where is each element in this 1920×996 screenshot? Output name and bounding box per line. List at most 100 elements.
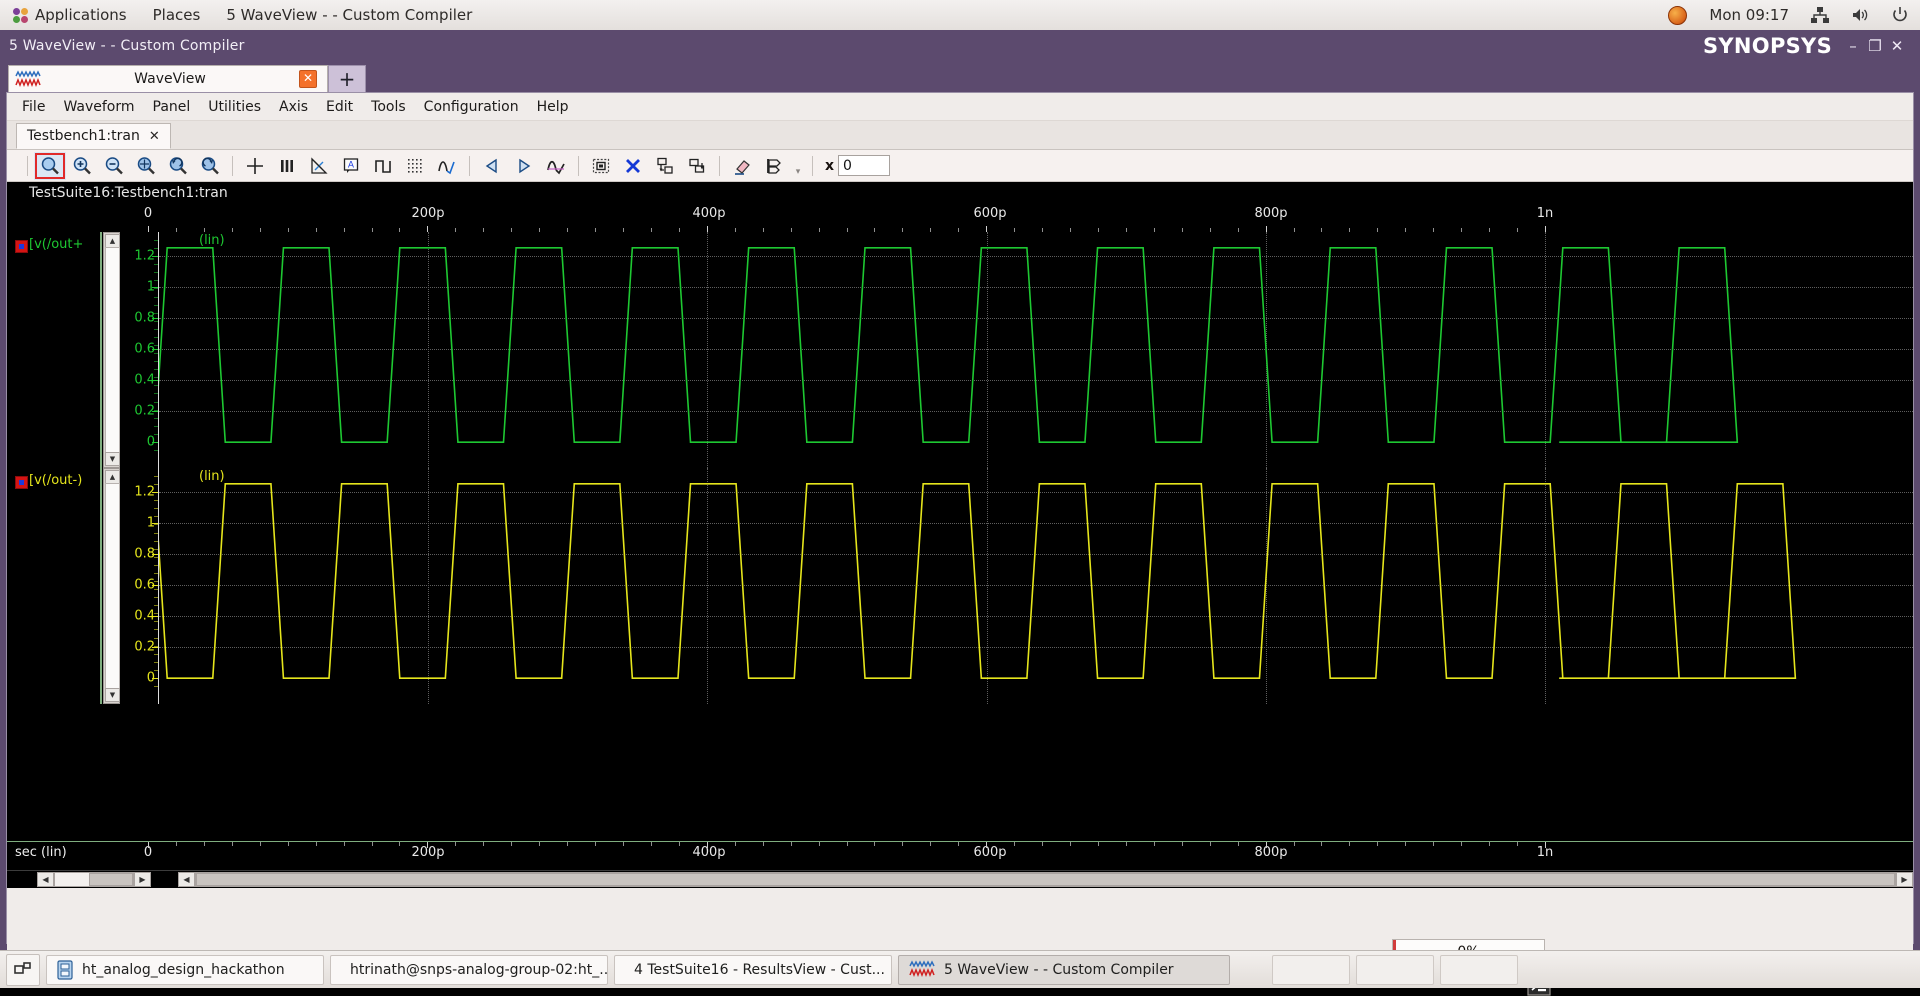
grid-toggle-icon: [405, 156, 425, 176]
delete-button[interactable]: [617, 152, 649, 180]
applications-menu[interactable]: Applications: [0, 0, 140, 30]
annotation-button[interactable]: A: [335, 152, 367, 180]
digital-waveform-button[interactable]: [367, 152, 399, 180]
taskbar-slot-empty[interactable]: [1356, 955, 1434, 985]
scroll-left-arrow-icon[interactable]: ◀: [178, 872, 195, 887]
waveform-calculator-button[interactable]: [540, 152, 572, 180]
previous-marker-button[interactable]: [476, 152, 508, 180]
scroll-up-arrow-icon[interactable]: ▲: [105, 234, 120, 248]
volume-indicator[interactable]: [1840, 0, 1880, 30]
zoom-fit-button[interactable]: [34, 152, 66, 180]
close-window-button[interactable]: ✕: [1886, 32, 1920, 60]
signal-name-cell[interactable]: [v(/out+: [7, 232, 102, 468]
scroll-down-arrow-icon[interactable]: ▼: [105, 688, 120, 702]
minimize-button[interactable]: –: [1842, 32, 1864, 60]
scroll-thumb[interactable]: [105, 247, 120, 453]
align-panels-icon: [764, 156, 784, 176]
grid-toggle-button[interactable]: [399, 152, 431, 180]
merge-panel-icon: [687, 156, 707, 176]
clock[interactable]: Mon 09:17: [1698, 0, 1800, 30]
scroll-up-arrow-icon[interactable]: ▲: [105, 470, 120, 484]
taskbar-slot-empty[interactable]: [1440, 955, 1518, 985]
show-desktop-button[interactable]: [6, 954, 40, 986]
eraser-button[interactable]: [726, 152, 758, 180]
split-panel-button[interactable]: [649, 152, 681, 180]
document-tab-close-icon[interactable]: ✕: [149, 129, 160, 144]
new-tab-button[interactable]: +: [328, 65, 366, 92]
taskbar-item-waveview[interactable]: 5 WaveView - - Custom Compiler: [898, 955, 1230, 985]
window-tab-close-icon[interactable]: ✕: [299, 70, 317, 88]
waveform-panel-out-plus[interactable]: [v(/out+ ▲ ▼ 1.210.80.60.40.20 (lin): [7, 232, 1913, 468]
next-marker-button[interactable]: [508, 152, 540, 180]
menu-tools[interactable]: Tools: [362, 96, 415, 118]
zoom-out-icon: [104, 156, 124, 176]
taskbar-item-file-manager[interactable]: ht_analog_design_hackathon: [46, 955, 324, 985]
network-indicator[interactable]: [1800, 0, 1840, 30]
places-menu[interactable]: Places: [140, 0, 214, 30]
zoom-in-button[interactable]: [66, 152, 98, 180]
align-panels-button[interactable]: [758, 152, 790, 180]
menu-axis[interactable]: Axis: [270, 96, 317, 118]
panel-plot-area[interactable]: 1.210.80.60.40.20 (lin): [120, 468, 1913, 704]
zoom-area-button[interactable]: [130, 152, 162, 180]
active-window-menu[interactable]: 5 WaveView - - Custom Compiler: [213, 0, 485, 30]
delete-icon: [623, 156, 643, 176]
zoom-next-button[interactable]: [194, 152, 226, 180]
menu-configuration[interactable]: Configuration: [415, 96, 528, 118]
document-tab-testbench1-tran[interactable]: Testbench1:tran ✕: [16, 123, 171, 149]
taskbar-item-label: ht_analog_design_hackathon: [82, 962, 285, 978]
applications-menu-label: Applications: [35, 6, 127, 24]
applications-grid-icon: [13, 8, 28, 23]
scroll-thumb[interactable]: [196, 873, 1895, 886]
scroll-right-arrow-icon[interactable]: ▶: [134, 872, 151, 887]
panel-h-scrollbar-left[interactable]: ◀ ▶: [7, 872, 170, 888]
scroll-track[interactable]: [54, 872, 134, 887]
plot-grid-area[interactable]: (lin): [158, 232, 1913, 468]
x-axis-unit-label: sec (lin): [15, 845, 67, 860]
scroll-right-arrow-icon[interactable]: ▶: [1896, 872, 1913, 887]
smooth-waveform-button[interactable]: [431, 152, 463, 180]
taskbar-item-label: htrinath@snps-analog-group-02:ht_...: [350, 962, 608, 978]
plot-grid-area[interactable]: (lin): [158, 468, 1913, 704]
merge-panel-button[interactable]: [681, 152, 713, 180]
scroll-track[interactable]: [195, 872, 1896, 887]
vertical-bars-button[interactable]: [271, 152, 303, 180]
menu-waveform[interactable]: Waveform: [54, 96, 143, 118]
scroll-thumb[interactable]: [89, 873, 133, 886]
zoom-fit-icon: [40, 156, 60, 176]
menu-panel[interactable]: Panel: [144, 96, 200, 118]
menu-edit[interactable]: Edit: [317, 96, 362, 118]
firefox-tray-item[interactable]: [1657, 0, 1698, 30]
menu-help[interactable]: Help: [528, 96, 578, 118]
menu-utilities[interactable]: Utilities: [199, 96, 270, 118]
zoom-out-button[interactable]: [98, 152, 130, 180]
taskbar-item-terminal[interactable]: htrinath@snps-analog-group-02:ht_...: [330, 955, 608, 985]
waveform-trace-out-plus: [159, 232, 1913, 468]
waveform-view: TestSuite16:Testbench1:tran 0 200p 400p …: [7, 182, 1913, 870]
taskbar-item-resultsview[interactable]: 4 TestSuite16 - ResultsView - Cust...: [614, 955, 892, 985]
scroll-down-arrow-icon[interactable]: ▼: [105, 452, 120, 466]
measure-slope-button[interactable]: [303, 152, 335, 180]
scroll-thumb[interactable]: [105, 483, 120, 689]
panel-vertical-scrollbar[interactable]: ▲ ▼: [103, 232, 120, 468]
power-indicator[interactable]: [1880, 0, 1920, 30]
waveview-icon: [909, 960, 935, 979]
crosshair-cursor-button[interactable]: [239, 152, 271, 180]
maximize-restore-button[interactable]: ❐: [1864, 32, 1886, 60]
panel-vertical-scrollbar[interactable]: ▲ ▼: [103, 468, 120, 704]
panel-plot-area[interactable]: 1.210.80.60.40.20 (lin): [120, 232, 1913, 468]
menu-file[interactable]: File: [13, 96, 54, 118]
waveform-panel-out-minus[interactable]: [v(/out-) ▲ ▼ 1.210.80.60.40.20 (lin): [7, 468, 1913, 704]
taskbar-slot-empty[interactable]: [1272, 955, 1350, 985]
gnome-top-panel: Applications Places 5 WaveView - - Custo…: [0, 0, 1920, 31]
toolbar-overflow-button[interactable]: ▾: [790, 149, 806, 183]
toolbar: A: [7, 150, 1913, 182]
select-region-button[interactable]: [585, 152, 617, 180]
taskbar: ht_analog_design_hackathon htrinath@snps…: [0, 950, 1920, 988]
window-tab-waveview[interactable]: WaveView ✕: [8, 65, 328, 92]
zoom-previous-button[interactable]: [162, 152, 194, 180]
wave-h-scrollbar[interactable]: ◀ ▶: [170, 872, 1913, 888]
scroll-left-arrow-icon[interactable]: ◀: [37, 872, 54, 887]
x-coordinate-input[interactable]: [838, 155, 890, 176]
signal-name-cell[interactable]: [v(/out-): [7, 468, 102, 704]
